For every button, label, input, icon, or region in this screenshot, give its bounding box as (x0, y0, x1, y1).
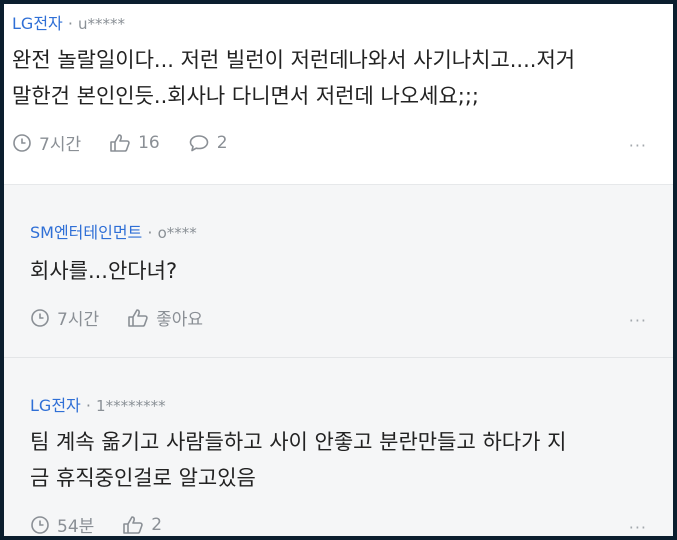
more-dots-icon[interactable]: ··· (629, 518, 647, 536)
author-separator: · (85, 396, 91, 415)
author-user-id: u***** (78, 15, 126, 33)
author-user-id: o**** (157, 224, 197, 242)
like-button[interactable]: 2 (122, 515, 162, 535)
author-user-id: 1******** (96, 397, 166, 415)
comment-list: LG전자 · u***** 완전 놀랄일이다... 저런 빌런이 저런데나와서 … (4, 4, 673, 536)
comment-text: 팀 계속 옮기고 사람들하고 사이 안좋고 분란만들고 하다가 지 금 휴직중인… (30, 424, 566, 496)
clock-icon (31, 308, 49, 327)
comment-time-label: 7시간 (39, 135, 82, 155)
more-dots-icon[interactable]: ··· (629, 311, 647, 330)
comment-time-label: 54분 (57, 517, 95, 536)
author-company: SM엔터테인먼트 (30, 223, 143, 242)
like-label: 좋아요 (156, 310, 204, 330)
like-count: 2 (151, 514, 163, 535)
comment-text: 완전 놀랄일이다... 저런 빌런이 저런데나와서 사기나치고....저거 말한… (12, 42, 575, 114)
comment-text-line: 완전 놀랄일이다... 저런 빌런이 저런데나와서 사기나치고....저거 (12, 48, 576, 72)
comment-item: SM엔터테인먼트 · o**** 회사를...안다녀? 7시간 좋아요 ··· (4, 185, 673, 358)
comment-time: 7시간 (12, 130, 81, 155)
like-button[interactable]: 좋아요 (127, 305, 203, 330)
comment-text-line: 말한건 본인인듯..회사나 다니면서 저런데 나오세요;;; (12, 84, 479, 108)
comment-text: 회사를...안다녀? (30, 253, 177, 289)
more-dots-icon[interactable]: ··· (629, 136, 647, 155)
comment-author[interactable]: LG전자 · u***** (12, 10, 125, 34)
thumbs-up-icon (128, 308, 148, 327)
comment-author[interactable]: LG전자 · 1******** (30, 392, 166, 416)
comment-time: 54분 (30, 512, 94, 536)
clock-icon (13, 133, 31, 152)
comment-meta: 7시간 16 2 (12, 130, 256, 155)
reply-count: 2 (216, 132, 228, 153)
comment-time: 7시간 (30, 305, 99, 330)
like-count: 16 (138, 132, 160, 153)
thumbs-up-icon (110, 133, 130, 152)
thumbs-up-icon (123, 515, 144, 534)
clock-icon (31, 515, 49, 534)
author-company: LG전자 (30, 396, 81, 415)
comment-time-label: 7시간 (57, 310, 100, 330)
author-company: LG전자 (12, 14, 63, 33)
author-separator: · (147, 223, 153, 242)
speech-bubble-icon (189, 134, 209, 151)
comment-item: LG전자 · 1******** 팀 계속 옮기고 사람들하고 사이 안좋고 분… (4, 358, 673, 536)
comment-text-line: 회사를...안다녀? (30, 259, 178, 283)
comment-meta: 54분 2 (30, 512, 190, 536)
reply-button[interactable]: 2 (188, 133, 228, 153)
comment-item: LG전자 · u***** 완전 놀랄일이다... 저런 빌런이 저런데나와서 … (4, 4, 673, 185)
comment-text-line: 금 휴직중인걸로 알고있음 (30, 466, 256, 490)
author-separator: · (67, 14, 73, 33)
like-button[interactable]: 16 (109, 133, 160, 153)
comment-meta: 7시간 좋아요 (30, 305, 231, 330)
comment-text-line: 팀 계속 옮기고 사람들하고 사이 안좋고 분란만들고 하다가 지 (30, 430, 567, 454)
comment-author[interactable]: SM엔터테인먼트 · o**** (30, 219, 197, 243)
